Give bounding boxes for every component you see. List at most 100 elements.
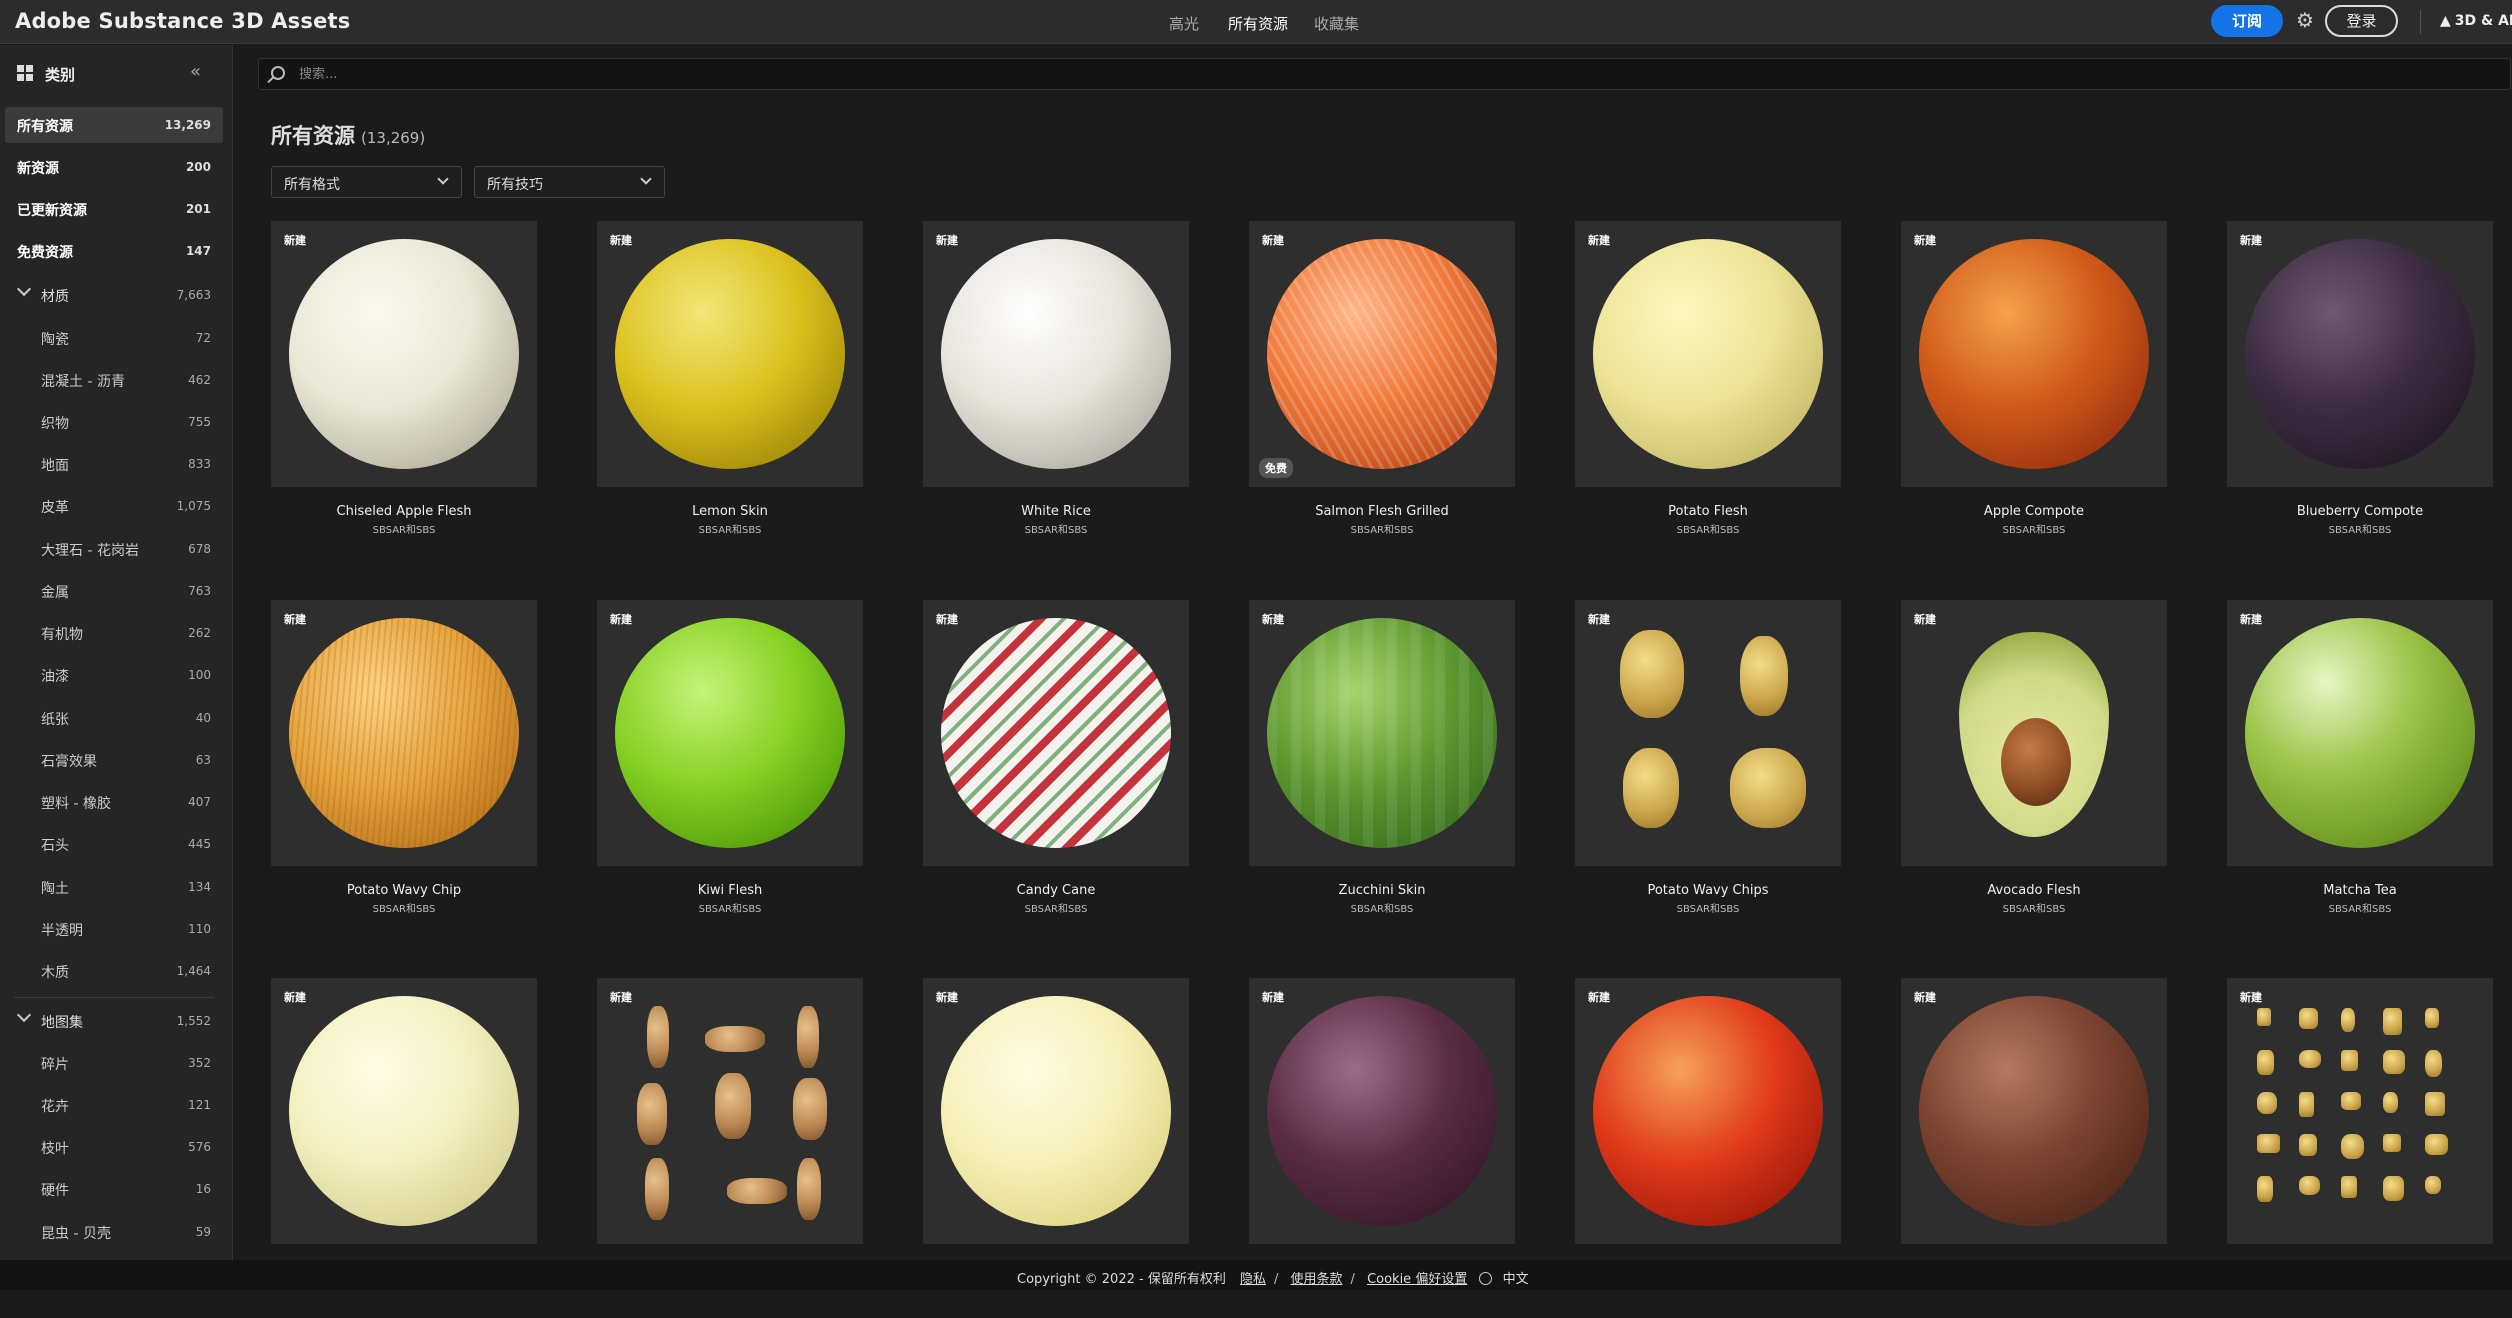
sidebar-item[interactable]: 混凝土 - 沥青 462 [5, 362, 223, 398]
sidebar-item[interactable]: 地面 833 [5, 446, 223, 482]
sidebar-item[interactable]: 大理石 - 花岗岩 678 [5, 531, 223, 567]
asset-card[interactable]: 新建 White Rice SBSAR和SBS [923, 221, 1189, 561]
cookie-preferences-link[interactable]: Cookie 偏好设置 [1367, 1272, 1467, 1287]
sidebar-item[interactable]: 材质 7,663 [5, 277, 223, 313]
asset-card[interactable]: 新建 Potato Wavy Chip SBSAR和SBS [271, 600, 537, 940]
asset-thumbnail[interactable]: 新建 [597, 600, 863, 866]
asset-thumbnail[interactable]: 新建 [1249, 978, 1515, 1244]
asset-name[interactable]: Potato Flesh [1575, 504, 1841, 519]
new-badge: 新建 [1262, 234, 1284, 247]
asset-name[interactable]: White Rice [923, 504, 1189, 519]
asset-thumbnail[interactable]: 新建 [1901, 221, 2167, 487]
asset-thumbnail[interactable]: 新建 [597, 221, 863, 487]
sidebar-item[interactable]: 金属 763 [5, 573, 223, 609]
asset-thumbnail[interactable]: 新建 [1575, 600, 1841, 866]
sidebar-item[interactable]: 碎片 352 [5, 1045, 223, 1081]
asset-name[interactable]: Candy Cane [923, 883, 1189, 898]
subscribe-button[interactable]: 订阅 [2211, 5, 2283, 37]
asset-name[interactable]: Zucchini Skin [1249, 883, 1515, 898]
new-badge: 新建 [1262, 991, 1284, 1004]
asset-card[interactable]: 新建 免费 Salmon Flesh Grilled SBSAR和SBS [1249, 221, 1515, 561]
sidebar-item[interactable]: 陶土 134 [5, 869, 223, 905]
sidebar-item[interactable]: 枝叶 576 [5, 1129, 223, 1165]
language-selector[interactable]: 中文 [1503, 1272, 1529, 1287]
asset-card[interactable]: 新建 Avocado Flesh SBSAR和SBS [1901, 600, 2167, 940]
asset-thumbnail[interactable]: 新建 [2227, 978, 2493, 1244]
asset-thumbnail[interactable]: 新建 [271, 978, 537, 1244]
asset-thumbnail[interactable]: 新建 免费 [1249, 221, 1515, 487]
asset-thumbnail[interactable]: 新建 [923, 600, 1189, 866]
peanut-shape [797, 1158, 821, 1220]
login-button[interactable]: 登录 [2325, 5, 2398, 37]
sidebar-item[interactable]: 花卉 121 [5, 1087, 223, 1123]
asset-card[interactable]: 新建 Zucchini Skin SBSAR和SBS [1249, 600, 1515, 940]
brand-title[interactable]: Adobe Substance 3D Assets [15, 9, 350, 33]
sidebar-item[interactable]: 油漆 100 [5, 657, 223, 693]
nav-all-assets[interactable]: 所有资源 [1228, 13, 1288, 34]
sidebar-item[interactable]: 免费资源 147 [5, 233, 223, 269]
chevron-down-icon[interactable] [16, 281, 32, 297]
asset-card[interactable]: 新建 Blueberry Compote SBSAR和SBS [2227, 221, 2493, 561]
asset-name[interactable]: Matcha Tea [2227, 883, 2493, 898]
asset-name[interactable]: Blueberry Compote [2227, 504, 2493, 519]
asset-thumbnail[interactable]: 新建 [2227, 600, 2493, 866]
search-input[interactable] [299, 63, 2199, 85]
sidebar-item[interactable]: 已更新资源 201 [5, 191, 223, 227]
asset-thumbnail[interactable]: 新建 [271, 600, 537, 866]
asset-name[interactable]: Avocado Flesh [1901, 883, 2167, 898]
asset-thumbnail[interactable]: 新建 [923, 978, 1189, 1244]
sidebar-item[interactable]: 地图集 1,552 [5, 1003, 223, 1039]
asset-thumbnail[interactable]: 新建 [1575, 221, 1841, 487]
asset-card[interactable]: 新建 Potato Flesh SBSAR和SBS [1575, 221, 1841, 561]
privacy-link[interactable]: 隐私 [1240, 1272, 1266, 1287]
asset-name[interactable]: Chiseled Apple Flesh [271, 504, 537, 519]
asset-card[interactable]: 新建 Candy Cane SBSAR和SBS [923, 600, 1189, 940]
sidebar-item[interactable]: 石膏效果 63 [5, 742, 223, 778]
candy-cane-sphere [941, 618, 1171, 848]
asset-thumbnail[interactable]: 新建 [271, 221, 537, 487]
sidebar-item[interactable]: 皮革 1,075 [5, 488, 223, 524]
asset-name[interactable]: Salmon Flesh Grilled [1249, 504, 1515, 519]
nav-collections[interactable]: 收藏集 [1314, 13, 1359, 34]
asset-name[interactable]: Potato Wavy Chip [271, 883, 537, 898]
asset-name[interactable]: Lemon Skin [597, 504, 863, 519]
sidebar-item[interactable]: 陶瓷 72 [5, 320, 223, 356]
asset-thumbnail[interactable]: 新建 [1901, 600, 2167, 866]
sidebar-item-label: 碎片 [41, 1057, 69, 1073]
asset-card[interactable]: 新建 Kiwi Flesh SBSAR和SBS [597, 600, 863, 940]
asset-thumbnail[interactable]: 新建 [1249, 600, 1515, 866]
asset-card[interactable]: 新建 Potato Wavy Chips SBSAR和SBS [1575, 600, 1841, 940]
sidebar-item[interactable]: 有机物 262 [5, 615, 223, 651]
chevron-down-icon[interactable] [16, 1007, 32, 1023]
sidebar-item[interactable]: 昆虫 - 贝壳 59 [5, 1214, 223, 1250]
asset-card[interactable]: 新建 Matcha Tea SBSAR和SBS [2227, 600, 2493, 940]
gear-icon[interactable]: ⚙ [2294, 9, 2316, 31]
terms-link[interactable]: 使用条款 [1291, 1272, 1343, 1287]
collapse-sidebar-icon[interactable]: « [190, 61, 201, 82]
asset-name[interactable]: Potato Wavy Chips [1575, 883, 1841, 898]
nav-highlights[interactable]: 高光 [1169, 13, 1199, 34]
asset-card[interactable]: 新建 Chiseled Apple Flesh SBSAR和SBS [271, 221, 537, 561]
sidebar-item[interactable]: 石头 445 [5, 826, 223, 862]
sidebar-item[interactable]: 硬件 16 [5, 1171, 223, 1207]
asset-name[interactable]: Kiwi Flesh [597, 883, 863, 898]
sidebar-item[interactable]: 半透明 110 [5, 911, 223, 947]
asset-card[interactable]: 新建 Lemon Skin SBSAR和SBS [597, 221, 863, 561]
sidebar-item[interactable]: 织物 755 [5, 404, 223, 440]
asset-thumbnail[interactable]: 新建 [2227, 221, 2493, 487]
sidebar-item[interactable]: 木质 1,464 [5, 953, 223, 989]
asset-name[interactable]: Apple Compote [1901, 504, 2167, 519]
sidebar-item[interactable]: 新资源 200 [5, 149, 223, 185]
crisp-shape [2341, 1092, 2361, 1110]
technique-filter-dropdown[interactable]: 所有技巧 [474, 166, 665, 198]
asset-card[interactable]: 新建 Apple Compote SBSAR和SBS [1901, 221, 2167, 561]
asset-thumbnail[interactable]: 新建 [1575, 978, 1841, 1244]
asset-thumbnail[interactable]: 新建 [923, 221, 1189, 487]
sidebar-item[interactable]: 所有资源 13,269 [5, 107, 223, 143]
sidebar-item[interactable]: 塑料 - 橡胶 407 [5, 784, 223, 820]
sidebar-item[interactable]: 纸张 40 [5, 700, 223, 736]
app-switcher[interactable]: ▲3D & AR [2440, 13, 2512, 29]
asset-thumbnail[interactable]: 新建 [597, 978, 863, 1244]
asset-thumbnail[interactable]: 新建 [1901, 978, 2167, 1244]
format-filter-dropdown[interactable]: 所有格式 [271, 166, 462, 198]
